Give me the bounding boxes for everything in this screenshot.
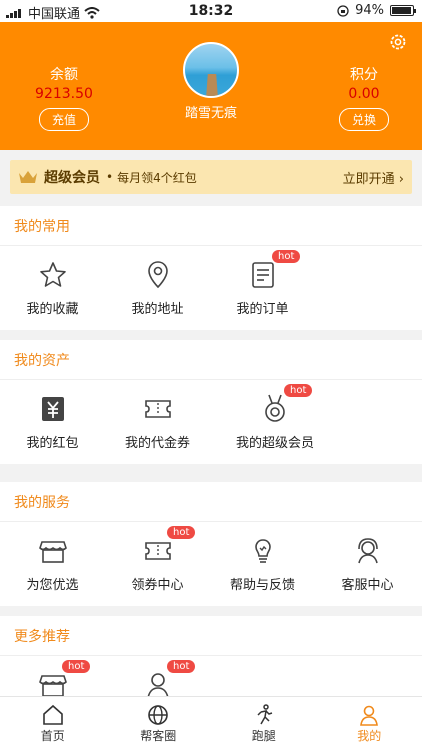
address-label: 我的地址 xyxy=(131,302,184,317)
orders-item[interactable]: hot 我的订单 xyxy=(210,250,315,317)
points-block: 积分 0.00 兑换 xyxy=(314,64,414,131)
coupon-center-item[interactable]: hot 领券中心 xyxy=(105,526,210,593)
medal-icon xyxy=(265,394,285,422)
hot-badge: hot xyxy=(62,660,91,673)
vip-title: 超级会员 xyxy=(44,170,100,186)
globe-icon xyxy=(148,705,169,725)
profile-header: 余额 9213.50 充值 踏雪无痕 积分 0.00 兑换 xyxy=(0,22,422,150)
super-vip-item[interactable]: hot 我的超级会员 xyxy=(210,384,340,451)
red-packet-item[interactable]: 我的红包 xyxy=(0,392,105,451)
status-right: 94% xyxy=(337,3,416,18)
help-feedback-item[interactable]: 帮助与反馈 xyxy=(210,534,315,593)
redeem-button[interactable]: 兑换 xyxy=(338,108,389,131)
customer-service-label: 客服中心 xyxy=(341,578,394,593)
crown-icon xyxy=(19,171,37,183)
tab-home-label: 首页 xyxy=(40,729,65,743)
location-pin-icon xyxy=(147,261,168,289)
section-assets: 我的资产 我的红包 我的代金券 hot 我的超级会员 xyxy=(0,340,422,464)
hot-badge: hot xyxy=(272,250,301,263)
section-title: 我的资产 xyxy=(0,340,422,380)
balance-value: 9213.50 xyxy=(35,86,93,102)
vip-bullet: • xyxy=(106,170,114,184)
more-item-store[interactable]: hot xyxy=(0,660,105,696)
user-icon xyxy=(360,705,379,726)
vip-open-link[interactable]: 立即开通 › xyxy=(343,168,404,187)
storefront-icon xyxy=(38,541,67,563)
balance-label: 余额 xyxy=(50,67,78,83)
avatar[interactable] xyxy=(183,42,239,98)
voucher-label: 我的代金券 xyxy=(124,436,190,451)
bottom-tab-bar: 首页 帮客圈 跑腿 我的 xyxy=(0,696,422,750)
star-icon xyxy=(39,262,66,287)
section-services: 我的服务 为您优选 hot 领券中心 帮助与反馈 客服中心 xyxy=(0,482,422,606)
customer-service-item[interactable]: 客服中心 xyxy=(315,534,420,593)
tab-mine[interactable]: 我的 xyxy=(317,697,422,750)
orientation-lock-icon xyxy=(337,4,349,17)
vip-subtitle: 每月领4个红包 xyxy=(117,170,197,185)
section-title: 我的服务 xyxy=(0,482,422,522)
super-vip-label: 我的超级会员 xyxy=(235,436,314,451)
recommend-label: 为您优选 xyxy=(26,578,79,593)
ticket-icon xyxy=(144,400,171,418)
red-packet-label: 我的红包 xyxy=(26,436,79,451)
hot-badge: hot xyxy=(167,526,196,539)
settings-gear-icon[interactable] xyxy=(388,32,408,52)
points-value: 0.00 xyxy=(348,86,380,102)
order-list-icon xyxy=(251,262,274,288)
coupon-center-label: 领券中心 xyxy=(131,578,184,593)
headset-agent-icon xyxy=(357,538,378,564)
section-title: 更多推荐 xyxy=(0,616,422,656)
chevron-right-icon: › xyxy=(398,171,404,187)
lightbulb-icon xyxy=(254,539,271,563)
more-item-person[interactable]: hot xyxy=(105,660,210,696)
section-more: 更多推荐 hot hot xyxy=(0,616,422,696)
runner-icon xyxy=(257,704,272,725)
voucher-item[interactable]: 我的代金券 xyxy=(105,392,210,451)
orders-label: 我的订单 xyxy=(236,302,289,317)
tab-errand[interactable]: 跑腿 xyxy=(211,697,317,750)
address-item[interactable]: 我的地址 xyxy=(105,258,210,317)
battery-percent: 94% xyxy=(355,3,384,18)
battery-icon xyxy=(390,5,416,16)
tab-community[interactable]: 帮客圈 xyxy=(106,697,212,750)
tab-mine-label: 我的 xyxy=(357,729,382,743)
coupon-ticket-icon xyxy=(144,542,171,560)
recommend-item[interactable]: 为您优选 xyxy=(0,534,105,593)
hot-badge: hot xyxy=(167,660,196,673)
tab-home[interactable]: 首页 xyxy=(0,697,106,750)
hot-badge: hot xyxy=(284,384,313,397)
red-packet-yen-icon xyxy=(41,397,64,421)
help-feedback-label: 帮助与反馈 xyxy=(229,578,295,593)
favorites-label: 我的收藏 xyxy=(26,302,79,317)
tab-errand-label: 跑腿 xyxy=(251,729,276,743)
section-common: 我的常用 我的收藏 我的地址 hot 我的订单 xyxy=(0,206,422,330)
vip-banner[interactable]: 超级会员 • 每月领4个红包 立即开通 › xyxy=(10,160,412,194)
points-label: 积分 xyxy=(350,67,378,83)
section-title: 我的常用 xyxy=(0,206,422,246)
tab-community-label: 帮客圈 xyxy=(140,729,177,743)
home-icon xyxy=(42,704,63,725)
status-bar: 中国联通 18:32 94% xyxy=(0,0,422,22)
favorites-item[interactable]: 我的收藏 xyxy=(0,258,105,317)
vip-cta-label: 立即开通 xyxy=(342,171,395,187)
